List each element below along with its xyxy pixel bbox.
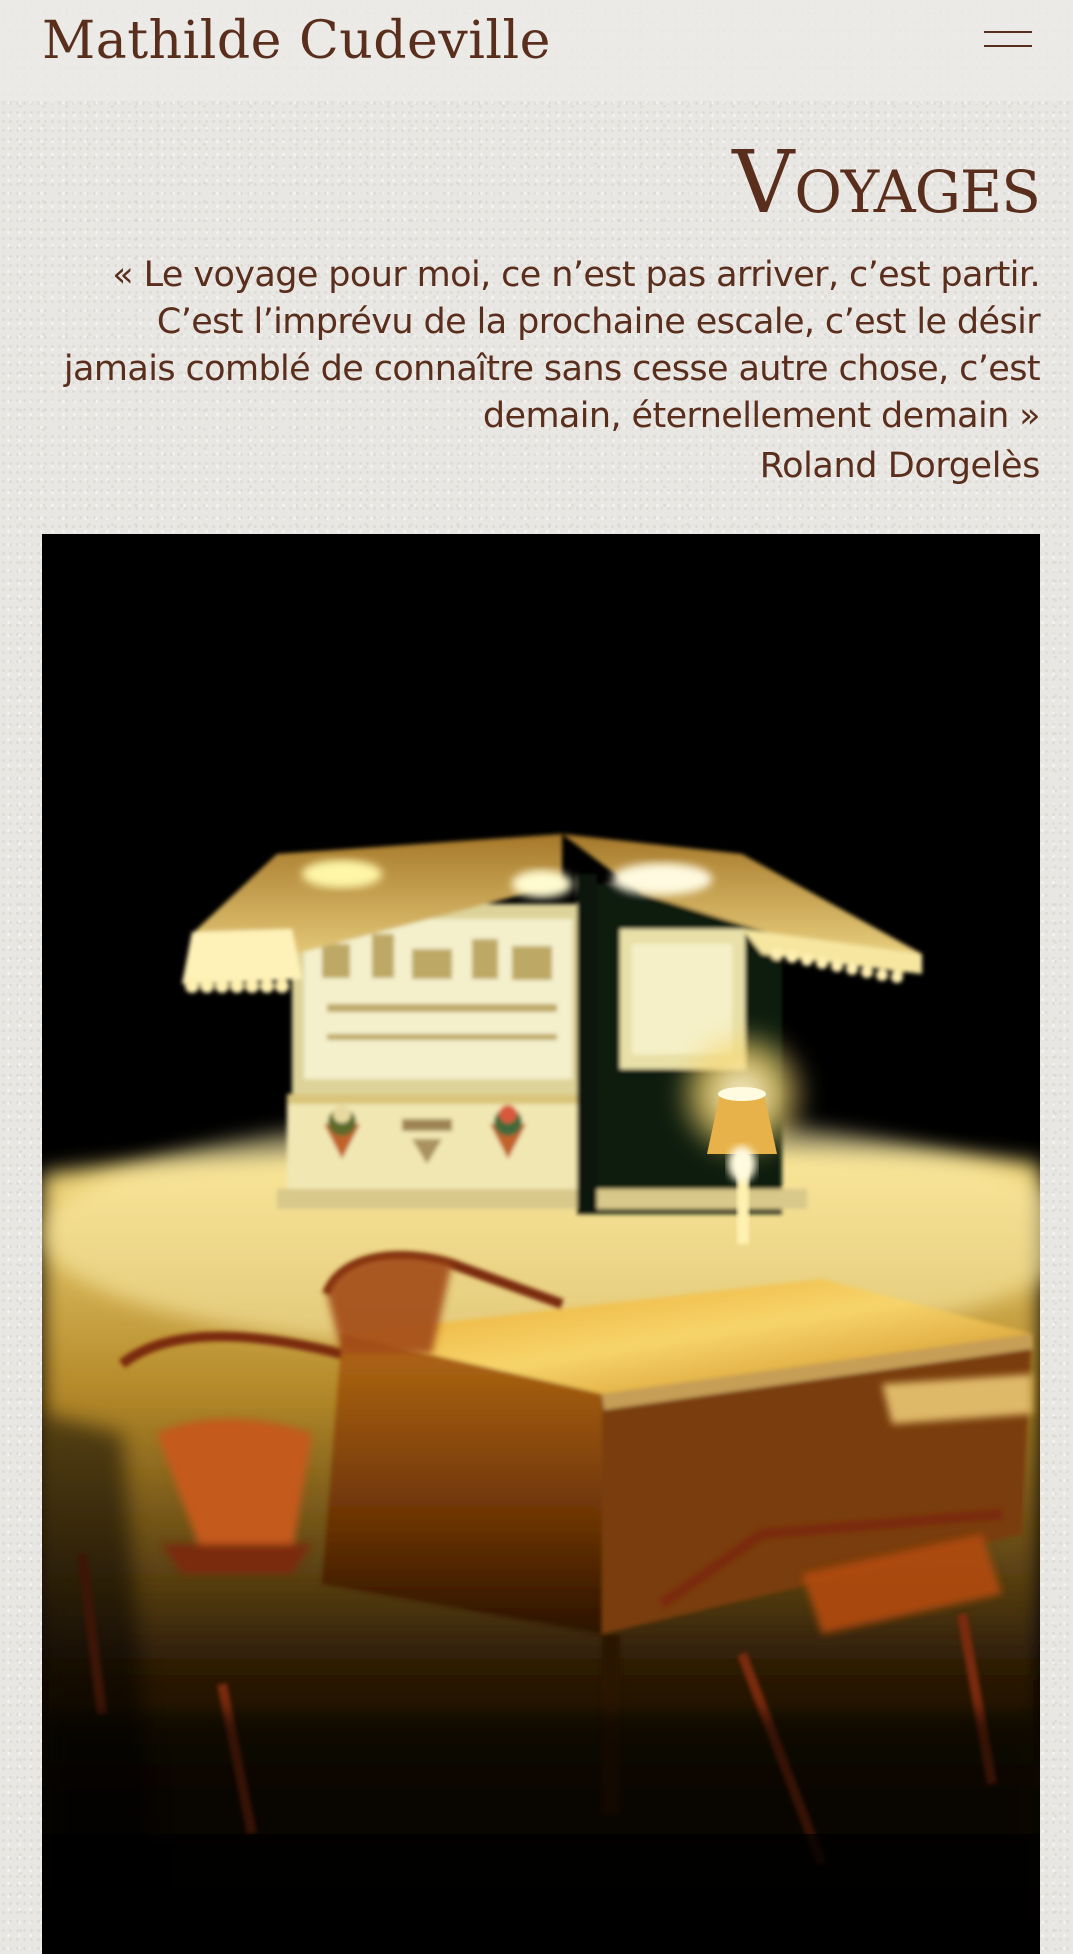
site-title[interactable]: Mathilde Cudeville xyxy=(42,6,551,76)
site-header: Mathilde Cudeville xyxy=(0,0,1073,101)
menu-button[interactable] xyxy=(980,22,1036,58)
travel-quote: « Le voyage pour moi, ce n’est pas arriv… xyxy=(63,255,1041,436)
night-kiosk-cafe-table-photo[interactable] xyxy=(42,534,1040,1954)
page-title: Voyages xyxy=(732,140,1041,226)
hamburger-menu-icon[interactable] xyxy=(984,28,1032,50)
quote-author: Roland Dorgelès xyxy=(759,446,1041,486)
page-title-rest: oyages xyxy=(794,158,1041,226)
page-title-initial: V xyxy=(732,133,795,233)
